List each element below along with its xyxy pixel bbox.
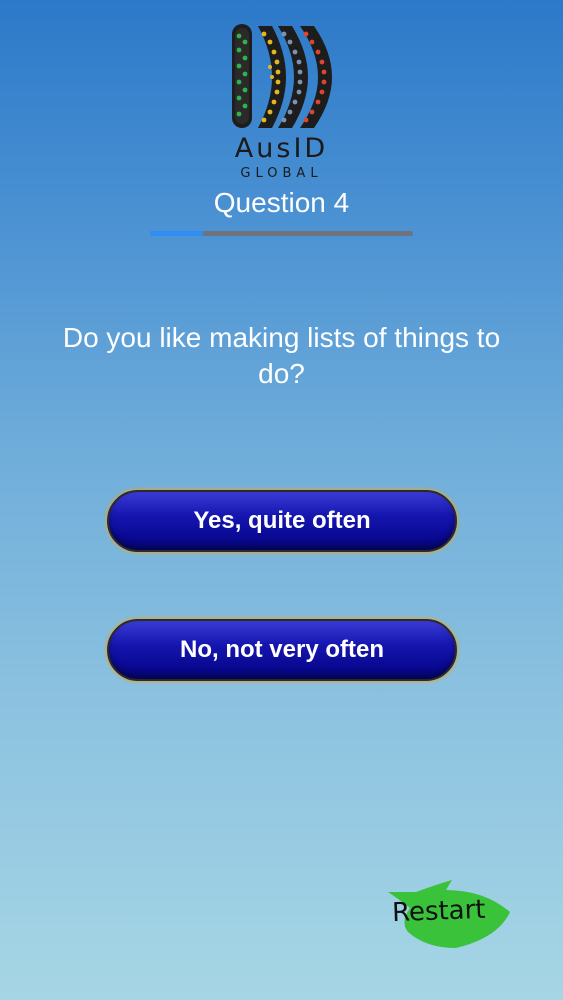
progress-bar-fill [150, 231, 203, 236]
boomerang-logo-icon [232, 24, 332, 128]
ausid-logo-mark [228, 22, 336, 132]
logo-sub-text: GLOBAL [240, 166, 323, 181]
question-text: Do you like making lists of things to do… [62, 322, 501, 389]
restart-label: Restart [391, 894, 486, 929]
answer-button-yes[interactable]: Yes, quite often [107, 490, 457, 552]
question-number: Question 4 [213, 187, 350, 218]
answer-button-no[interactable]: No, not very often [107, 619, 457, 681]
logo-brand-text: AusID [234, 133, 329, 164]
restart-button[interactable]: Restart [386, 878, 516, 950]
progress-bar [150, 231, 413, 236]
